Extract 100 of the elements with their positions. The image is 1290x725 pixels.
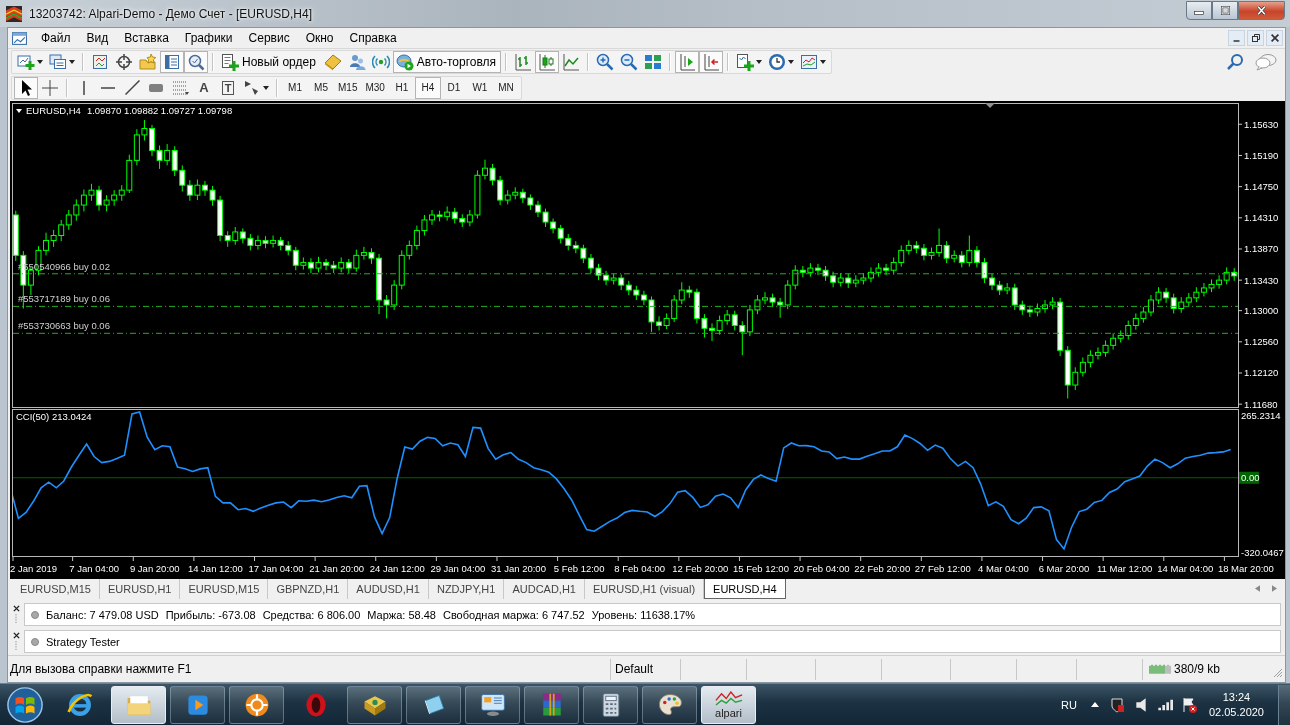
auto-trading-button[interactable]: Авто-торговля [392,51,502,73]
timeframe-button[interactable]: W1 [466,76,493,99]
chart-tab[interactable]: NZDJPY,H1 [428,579,505,599]
timeframe-button[interactable]: H4 [414,76,441,99]
price-tick-label: 1.14310 [1244,212,1279,224]
show-desktop-button[interactable] [1278,684,1290,725]
autoscroll-button[interactable] [699,51,724,73]
scroll-arrow-icon [702,53,721,71]
minimize-icon [1233,40,1240,42]
caret-icon [820,60,827,64]
search-icon[interactable] [1227,54,1243,70]
status-dot-icon [31,637,39,646]
status-dot-icon [31,610,39,619]
indicator-tick-label: -320.0467 [1241,546,1284,558]
shield-icon[interactable] [1108,696,1125,713]
time-tick-label: 2 Jan 2019 [10,563,58,574]
new-order-button[interactable]: Новый ордер [218,51,321,73]
menu-item[interactable]: Вид [78,29,117,47]
chart-window-icon[interactable] [12,31,27,45]
app-stripes-icon [6,6,22,22]
vertical-line-icon [82,80,86,95]
star-folder-icon [139,53,157,71]
chart-tab[interactable]: AUDUSD,H1 [348,579,429,599]
child-close-button[interactable] [1266,30,1283,46]
account-value: Баланс: 7 479.08 USD [46,608,159,621]
clock-time[interactable]: 13:24 [1222,689,1251,705]
caret-icon [756,60,763,64]
tester-button[interactable] [184,51,208,73]
chart-tab[interactable]: AUDCAD,H1 [504,579,585,599]
chart-tab[interactable]: EURUSD,H4 [704,579,786,599]
timeframe-button[interactable]: H1 [388,76,415,99]
flag-alert-icon[interactable] [1180,696,1197,713]
document-plus-icon [736,53,755,71]
caret-icon [69,60,75,64]
account-value: Маржа: 58.48 [367,608,436,621]
clock-date[interactable]: 02.05.2020 [1208,704,1264,720]
language-indicator[interactable]: RU [1061,698,1077,711]
taskbar-button[interactable] [347,685,402,724]
close-icon[interactable] [12,632,20,639]
time-tick-label: 21 Jan 20:00 [309,563,365,574]
time-tick-label: 7 Jan 04:00 [69,563,119,574]
grip-icon[interactable] [14,641,18,651]
taskbar-button[interactable] [642,685,697,724]
timeframe-button[interactable]: D1 [440,76,467,99]
time-tick-label: 6 Mar 20:00 [1038,563,1090,574]
menu-item[interactable]: Справка [341,29,405,47]
maximize-icon [1219,6,1231,15]
terminal-button[interactable] [160,51,184,73]
minimize-button[interactable] [1186,1,1212,20]
taskbar-button[interactable] [465,685,520,724]
dotted-lines-icon [171,78,189,97]
chart-tab[interactable]: EURUSD,M15 [180,579,269,599]
time-tick-label: 24 Jan 12:00 [369,563,425,574]
child-restore-button[interactable] [1247,30,1264,46]
timeframe-button[interactable]: M30 [361,76,389,99]
price-tick-label: 1.14750 [1244,181,1279,193]
arrow-left-icon[interactable] [1255,585,1260,592]
grip-icon[interactable] [14,614,18,624]
panel-icon [163,53,181,71]
tiles-icon [644,53,663,71]
menu-item[interactable]: Сервис [240,29,298,47]
child-minimize-button[interactable] [1228,30,1245,46]
chart-tab[interactable]: EURUSD,M15 [12,579,100,599]
shift-marker-icon[interactable] [985,103,995,108]
taskbar-button[interactable] [583,685,638,724]
timeframe-button[interactable]: M5 [308,76,334,99]
maximize-button[interactable] [1212,1,1238,20]
close-icon[interactable] [12,605,20,612]
resize-grip-icon[interactable] [1273,668,1283,678]
text-label-button[interactable]: T [216,76,240,99]
timeframe-button[interactable]: M15 [334,76,362,99]
price-tick-label: 1.15190 [1244,149,1279,161]
arrow-right-icon[interactable] [1272,585,1277,592]
taskbar-button[interactable] [229,685,284,724]
menu-item[interactable]: Графики [176,29,241,47]
menu-item[interactable]: Файл [33,29,79,47]
candles-button[interactable] [535,51,560,73]
taskbar-button[interactable] [406,685,461,724]
timeframe-button[interactable]: MN [492,76,519,99]
chat-bubbles-icon[interactable] [1255,53,1277,71]
time-tick-label: 17 Jan 04:00 [248,563,304,574]
taskbar-button[interactable]: alpari [701,685,756,724]
price-tick-label: 1.13870 [1244,243,1279,255]
show-hidden-icon[interactable] [1090,702,1099,707]
chart-tab[interactable]: GBPNZD,H1 [268,579,349,599]
minimize-icon [1194,11,1204,15]
menu-item[interactable]: Вставка [116,29,177,47]
menu-item[interactable]: Окно [297,29,342,47]
taskbar-button[interactable] [111,685,166,724]
chart-shift-button[interactable] [675,51,700,73]
chart-tab[interactable]: EURUSD,H1 [99,579,181,599]
caret-icon[interactable] [16,109,22,113]
order-label: #553730663 buy 0.06 [18,320,110,332]
diamond-icon [323,53,342,71]
time-tick-label: 29 Jan 04:00 [430,563,486,574]
close-button[interactable] [1238,1,1285,20]
clock-icon [768,53,787,71]
cursor-button[interactable] [14,76,38,99]
timeframe-button[interactable]: M1 [282,76,308,99]
text-button[interactable]: A [192,76,216,99]
